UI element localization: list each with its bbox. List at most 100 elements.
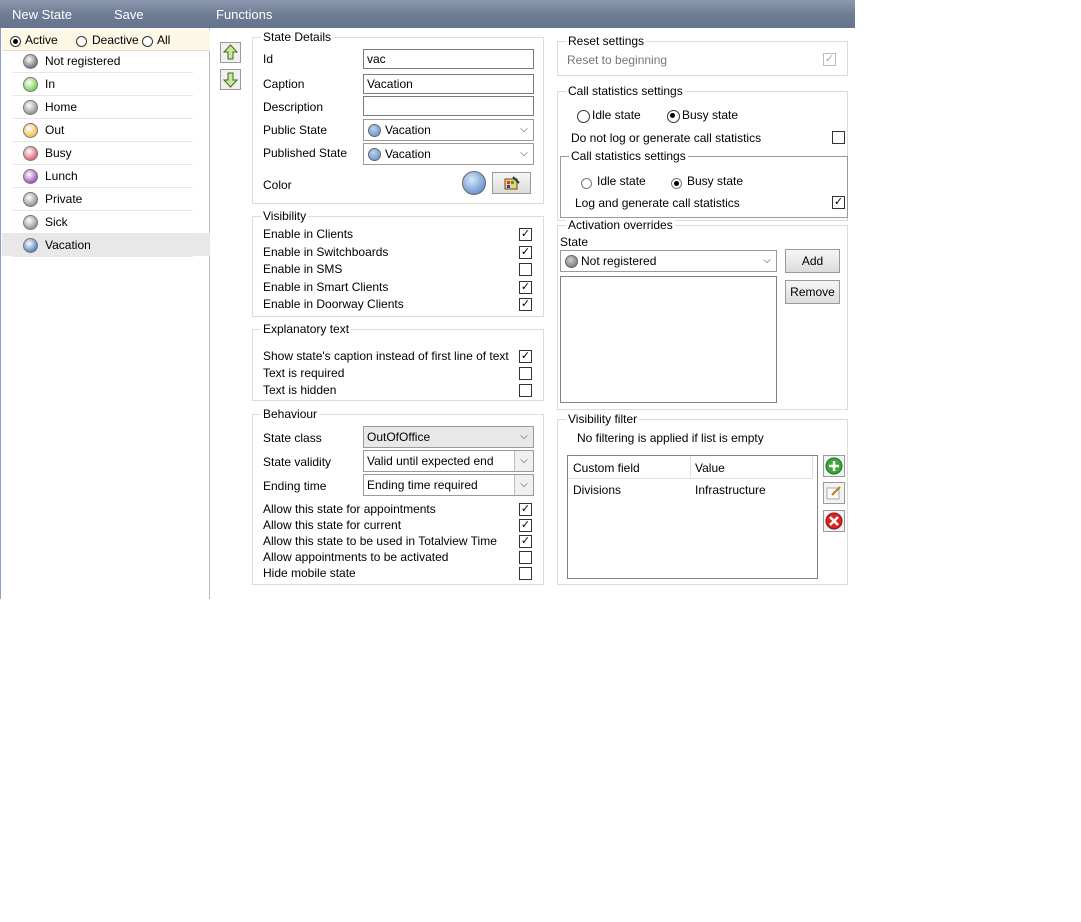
visibility-option-checkbox[interactable]: ✓ — [519, 245, 532, 259]
state-editor-window: New State Save Functions Active Deactive… — [0, 0, 855, 599]
chevron-down-icon: ⌵ — [514, 475, 533, 495]
state-orb-icon — [23, 54, 38, 69]
add-button[interactable]: Add — [785, 249, 840, 273]
state-list-item[interactable]: Out — [13, 119, 193, 142]
filter-all-radio[interactable] — [142, 34, 153, 48]
busy-state-inner-label: Busy state — [687, 174, 744, 188]
color-label: Color — [263, 178, 292, 192]
column-header-value[interactable]: Value — [695, 461, 725, 475]
description-input[interactable] — [363, 96, 534, 116]
idle-state-radio[interactable] — [577, 109, 590, 124]
ending-time-select[interactable]: Ending time required ⌵ — [363, 474, 534, 496]
id-input[interactable]: vac — [363, 49, 534, 69]
caption-input[interactable]: Vacation — [363, 74, 534, 94]
log-generate-checkbox[interactable]: ✓ — [832, 196, 845, 209]
visibility-option-checkbox[interactable]: ✓ — [519, 280, 532, 294]
functions-menu[interactable]: Functions — [216, 7, 272, 22]
state-orb-icon — [23, 215, 38, 230]
new-state-button[interactable]: New State — [12, 7, 72, 22]
visibility-filter-title: Visibility filter — [566, 412, 640, 426]
behaviour-option-checkbox[interactable]: ✓ — [519, 535, 532, 548]
state-orb-icon — [23, 146, 38, 161]
state-list-item-label: Busy — [45, 146, 72, 160]
explanatory-option-checkbox[interactable] — [519, 367, 532, 380]
busy-state-inner-radio[interactable] — [671, 176, 682, 190]
table-row[interactable]: Divisions Infrastructure — [568, 480, 813, 500]
public-state-select[interactable]: Vacation ⌵ — [363, 119, 534, 141]
state-list-item[interactable]: Private — [13, 188, 193, 211]
activation-state-select[interactable]: Not registered ⌵ — [560, 250, 777, 272]
state-list-item-label: Out — [45, 123, 65, 137]
column-header-custom-field[interactable]: Custom field — [573, 461, 640, 475]
explanatory-option-label: Show state's caption instead of first li… — [263, 349, 509, 363]
state-list-item[interactable]: Sick — [13, 211, 193, 234]
visibility-filter-group: Visibility filter No filtering is applie… — [557, 412, 848, 585]
filter-deactive-radio[interactable] — [76, 34, 87, 48]
behaviour-option-checkbox[interactable] — [519, 551, 532, 564]
behaviour-title: Behaviour — [261, 407, 320, 421]
state-list-item[interactable]: Not registered — [13, 50, 193, 73]
idle-state-inner-label: Idle state — [597, 174, 646, 188]
idle-state-label: Idle state — [592, 108, 641, 122]
state-list-item-label: Lunch — [45, 169, 78, 183]
remove-button[interactable]: Remove — [785, 280, 840, 304]
move-down-button[interactable] — [220, 69, 241, 90]
state-class-value: OutOfOffice — [367, 430, 431, 444]
id-label: Id — [263, 52, 274, 66]
pick-color-button[interactable] — [492, 172, 531, 194]
paint-palette-icon — [504, 176, 520, 190]
ending-time-label: Ending time — [263, 479, 327, 493]
visibility-option-label: Enable in SMS — [263, 262, 343, 276]
visibility-title: Visibility — [261, 209, 309, 223]
visibility-option-checkbox[interactable] — [519, 263, 532, 276]
activation-overrides-title: Activation overrides — [566, 218, 675, 232]
behaviour-option-checkbox[interactable]: ✓ — [519, 503, 532, 516]
state-list-item[interactable]: Home — [13, 96, 193, 119]
filter-active-label: Active — [25, 33, 58, 47]
state-list-item-label: Private — [45, 192, 83, 206]
visibility-option-checkbox[interactable]: ✓ — [519, 298, 532, 311]
visibility-option-checkbox[interactable]: ✓ — [519, 228, 532, 241]
busy-state-radio[interactable] — [667, 109, 680, 124]
explanatory-option-checkbox[interactable]: ✓ — [519, 350, 532, 363]
delete-filter-button[interactable] — [823, 510, 845, 532]
activation-overrides-group: Activation overrides State Not registere… — [557, 218, 848, 410]
explanatory-option-checkbox[interactable] — [519, 384, 532, 397]
state-orb-icon — [23, 238, 38, 253]
state-list-item[interactable]: Vacation — [13, 234, 193, 257]
state-list-item-label: Sick — [45, 215, 68, 229]
state-list-item-label: Home — [45, 100, 78, 114]
move-up-button[interactable] — [220, 42, 241, 63]
published-state-label: Published State — [263, 146, 348, 160]
no-log-checkbox[interactable] — [832, 131, 845, 144]
published-state-value: Vacation — [385, 147, 431, 161]
state-orb-icon — [23, 77, 38, 92]
save-button[interactable]: Save — [114, 7, 144, 22]
behaviour-option-label: Allow this state for current — [263, 518, 402, 532]
activation-state-label: State — [560, 235, 589, 249]
state-list-item[interactable]: Lunch — [13, 165, 193, 188]
behaviour-option-checkbox[interactable]: ✓ — [519, 519, 532, 532]
visibility-filter-table[interactable]: Custom field Value Divisions Infrastruct… — [567, 455, 818, 579]
filter-active-radio[interactable] — [10, 34, 21, 48]
state-orb-icon — [23, 123, 38, 138]
state-orb-icon — [368, 124, 381, 137]
reset-to-beginning-checkbox[interactable]: ✓ — [823, 53, 836, 66]
state-orb-icon — [23, 169, 38, 184]
behaviour-option-label: Allow this state for appointments — [263, 502, 436, 516]
behaviour-option-checkbox[interactable] — [519, 567, 532, 580]
busy-state-label: Busy state — [682, 108, 739, 122]
caption-label: Caption — [263, 77, 305, 91]
state-list-item[interactable]: In — [13, 73, 193, 96]
edit-icon — [826, 486, 841, 500]
state-class-select[interactable]: OutOfOffice ⌵ — [363, 426, 534, 448]
visibility-option-label: Enable in Clients — [263, 227, 354, 241]
activation-overrides-list[interactable] — [560, 276, 777, 403]
state-list-item[interactable]: Busy — [13, 142, 193, 165]
idle-state-inner-radio[interactable] — [581, 176, 592, 190]
published-state-select[interactable]: Vacation ⌵ — [363, 143, 534, 165]
state-validity-select[interactable]: Valid until expected end ⌵ — [363, 450, 534, 472]
chevron-down-icon: ⌵ — [763, 255, 771, 266]
edit-filter-button[interactable] — [823, 482, 845, 504]
add-filter-button[interactable] — [823, 455, 845, 477]
